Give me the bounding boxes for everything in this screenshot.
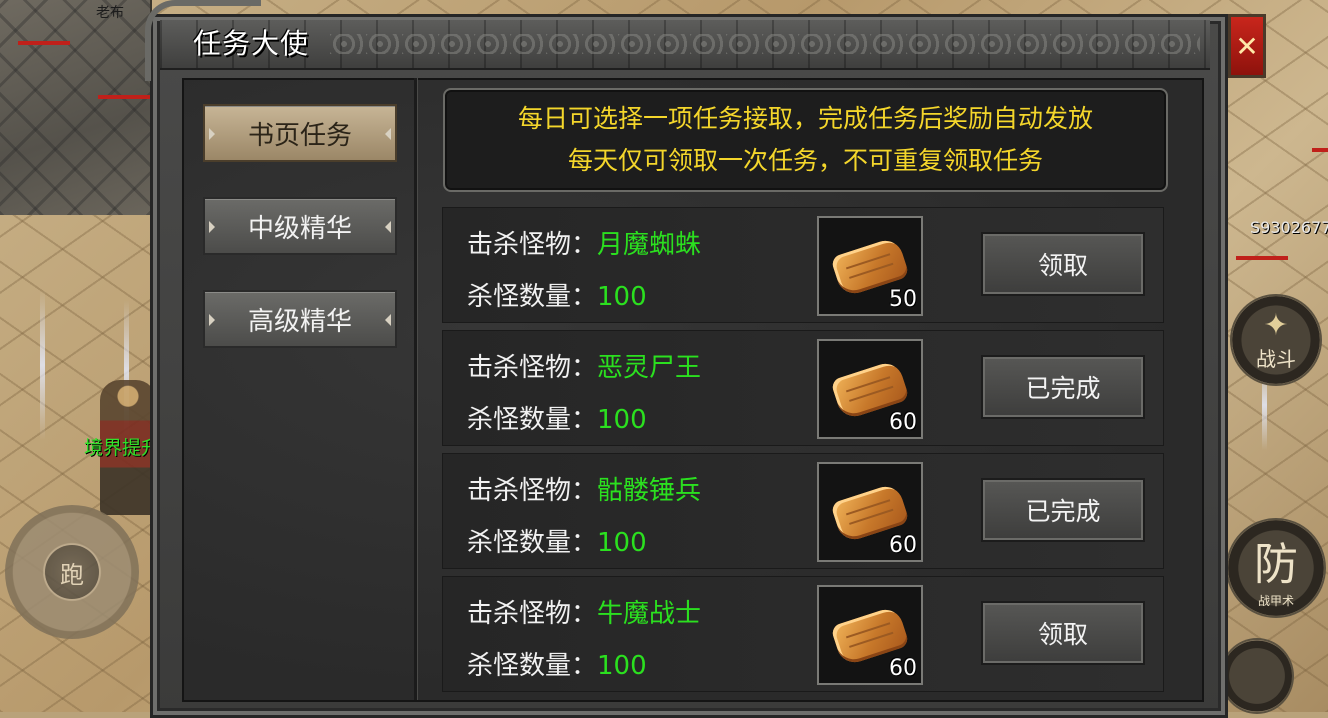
- reward-slot[interactable]: 60: [817, 339, 923, 439]
- reward-quantity: 60: [889, 410, 917, 435]
- kill-monster-line: 击杀怪物：月魔蜘蛛: [467, 224, 701, 261]
- reward-quantity: 60: [889, 656, 917, 681]
- sidebar-divider: [414, 78, 417, 700]
- dragon-icon: ✦: [1263, 308, 1289, 343]
- health-bar-marker: [18, 41, 70, 45]
- kill-count-line: 杀怪数量：100: [467, 276, 647, 313]
- kill-count-line: 杀怪数量：100: [467, 399, 647, 436]
- task-row: 击杀怪物：骷髅锤兵 杀怪数量：100 60 已完成: [442, 453, 1164, 569]
- kill-label: 击杀怪物：: [467, 230, 598, 260]
- monster-name: 月魔蜘蛛: [597, 230, 702, 260]
- health-bar-marker: [1236, 256, 1288, 260]
- completed-button[interactable]: 已完成: [981, 478, 1145, 542]
- reward-quantity: 50: [889, 287, 917, 312]
- notice-line-1: 每日可选择一项任务接取，完成任务后奖励自动发放: [517, 104, 1093, 133]
- task-row: 击杀怪物：月魔蜘蛛 杀怪数量：100 50 领取: [442, 207, 1164, 323]
- skill-caption: 战甲术: [1257, 593, 1294, 608]
- player-id: S9302677: [1250, 218, 1328, 237]
- notice-box: 每日可选择一项任务接取，完成任务后奖励自动发放 每天仅可领取一次任务，不可重复领…: [443, 88, 1168, 192]
- monster-name: 牛魔战士: [597, 599, 702, 629]
- kill-count: 100: [597, 282, 647, 312]
- skill-battle-button[interactable]: ✦ 战斗: [1232, 296, 1320, 384]
- kill-count-line: 杀怪数量：100: [467, 522, 647, 559]
- count-label: 杀怪数量：: [467, 651, 598, 681]
- kill-count: 100: [597, 405, 647, 435]
- count-label: 杀怪数量：: [467, 282, 598, 312]
- claim-button[interactable]: 领取: [981, 601, 1145, 665]
- skill-button-partial[interactable]: [1222, 640, 1292, 712]
- run-button[interactable]: 跑: [45, 545, 99, 599]
- dialog-title: 任务大使: [193, 27, 310, 60]
- skill-armor-button[interactable]: 防 战甲术: [1228, 520, 1324, 616]
- title-ornament: [330, 34, 1200, 54]
- tab-advanced-essence[interactable]: 高级精华: [203, 290, 397, 348]
- health-bar-marker: [1312, 148, 1328, 152]
- kill-monster-line: 击杀怪物：恶灵尸王: [467, 347, 701, 384]
- count-label: 杀怪数量：: [467, 528, 598, 558]
- kill-count: 100: [597, 528, 647, 558]
- reward-slot[interactable]: 60: [817, 462, 923, 562]
- reward-quantity: 60: [889, 533, 917, 558]
- monster-name: 恶灵尸王: [597, 353, 702, 383]
- reward-slot[interactable]: 60: [817, 585, 923, 685]
- defense-icon: 防: [1254, 538, 1298, 590]
- title-bar: [160, 20, 1210, 70]
- hero-name: 境界提升: [84, 437, 161, 459]
- run-joystick[interactable]: 跑: [5, 505, 139, 639]
- health-bar-marker: [98, 95, 150, 99]
- task-row: 击杀怪物：恶灵尸王 杀怪数量：100 60 已完成: [442, 330, 1164, 446]
- kill-label: 击杀怪物：: [467, 599, 598, 629]
- kill-count: 100: [597, 651, 647, 681]
- completed-button[interactable]: 已完成: [981, 355, 1145, 419]
- run-label: 跑: [60, 560, 84, 589]
- claim-button[interactable]: 领取: [981, 232, 1145, 296]
- kill-monster-line: 击杀怪物：牛魔战士: [467, 593, 701, 630]
- kill-monster-line: 击杀怪物：骷髅锤兵: [467, 470, 701, 507]
- minimap[interactable]: 老布: [0, 0, 152, 215]
- tab-book-page-task[interactable]: 书页任务: [203, 104, 397, 162]
- close-icon: ✕: [1235, 29, 1259, 63]
- kill-label: 击杀怪物：: [467, 353, 598, 383]
- close-button[interactable]: ✕: [1228, 14, 1266, 78]
- light-effect: [40, 290, 45, 440]
- count-label: 杀怪数量：: [467, 405, 598, 435]
- task-row: 击杀怪物：牛魔战士 杀怪数量：100 60 领取: [442, 576, 1164, 692]
- notice-line-2: 每天仅可领取一次任务，不可重复领取任务: [567, 146, 1043, 175]
- kill-label: 击杀怪物：: [467, 476, 598, 506]
- tab-intermediate-essence[interactable]: 中级精华: [203, 197, 397, 255]
- skill-caption: 战斗: [1256, 347, 1296, 371]
- monster-name: 骷髅锤兵: [597, 476, 702, 506]
- reward-slot[interactable]: 50: [817, 216, 923, 316]
- kill-count-line: 杀怪数量：100: [467, 645, 647, 682]
- map-label: 老布: [96, 5, 124, 21]
